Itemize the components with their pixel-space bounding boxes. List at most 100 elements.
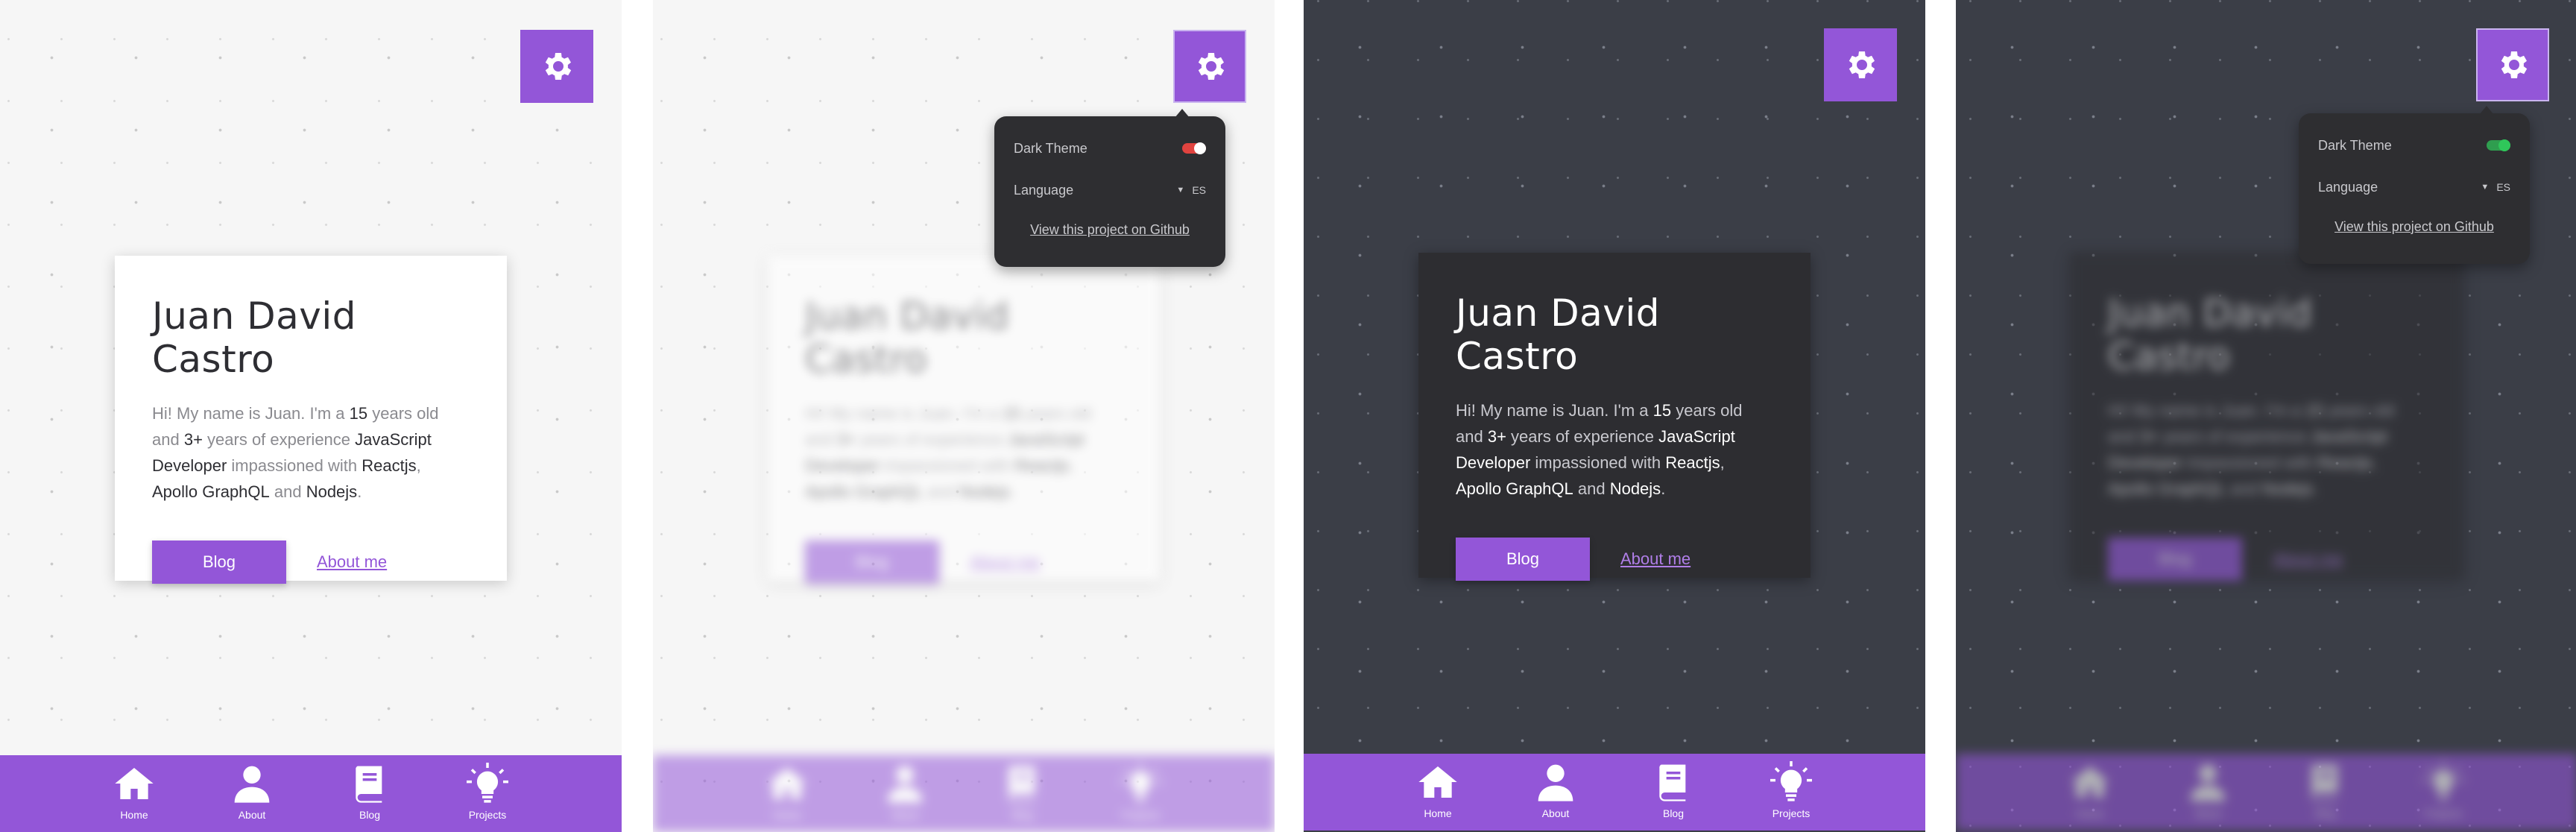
intro-text: years of experience	[202, 430, 356, 449]
intro-highlight: 3+	[2139, 427, 2159, 446]
settings-menu: Dark Theme Language ▼ ES View this proje…	[2299, 106, 2530, 264]
nav-item-projects[interactable]: Projects	[455, 763, 520, 832]
dark-theme-label: Dark Theme	[1014, 140, 1087, 156]
settings-button[interactable]	[520, 30, 593, 103]
intro-highlight: 15	[2305, 401, 2324, 420]
nav-item-about[interactable]: About	[1523, 761, 1588, 831]
blog-button[interactable]: Blog	[805, 541, 939, 584]
language-select[interactable]: ▼ ES	[1176, 184, 1206, 196]
profile-card: Juan David Castro Hi! My name is Juan. I…	[2071, 253, 2463, 581]
intro-highlight: 3+	[183, 430, 203, 449]
intro-text: Hi! My name is Juan. I'm a	[805, 404, 1003, 423]
nav-label-blog: Blog	[1011, 809, 1034, 821]
profile-intro: Hi! My name is Juan. I'm a 15 years old …	[152, 400, 470, 505]
nav-item-blog[interactable]: Blog	[990, 763, 1055, 832]
nav-item-home[interactable]: Home	[101, 763, 167, 832]
intro-text: ,	[1069, 456, 1074, 475]
gear-icon	[1198, 53, 1225, 80]
nav-item-projects[interactable]: Projects	[1758, 761, 1824, 831]
dark-theme-row: Dark Theme	[1014, 139, 1206, 158]
github-link[interactable]: View this project on Github	[1014, 222, 1206, 238]
nav-label-home: Home	[120, 809, 148, 821]
settings-button[interactable]	[1824, 28, 1897, 101]
gear-icon	[1849, 51, 1875, 78]
dark-theme-toggle[interactable]	[2487, 139, 2510, 151]
profile-intro: Hi! My name is Juan. I'm a 15 years old …	[1456, 397, 1773, 502]
nav-label-projects: Projects	[1772, 807, 1811, 819]
intro-text: .	[357, 482, 362, 501]
nav-item-about[interactable]: About	[2175, 761, 2241, 831]
settings-menu: Dark Theme Language ▼ ES View this proje…	[994, 109, 1225, 267]
nav-item-about[interactable]: About	[872, 763, 938, 832]
nav-item-home[interactable]: Home	[1405, 761, 1471, 831]
intro-highlight: Nodejs	[959, 482, 1011, 501]
nav-label-projects: Projects	[2424, 807, 2463, 819]
nav-item-blog[interactable]: Blog	[1641, 761, 1706, 831]
nav-item-home[interactable]: Home	[2057, 761, 2123, 831]
gear-icon	[545, 53, 572, 80]
menu-caret	[2479, 106, 2494, 115]
user-icon	[234, 766, 270, 803]
language-select[interactable]: ▼ ES	[2481, 181, 2510, 193]
about-me-link[interactable]: About me	[970, 552, 1040, 572]
nav-item-home[interactable]: Home	[754, 763, 820, 832]
nav-label-projects: Projects	[1121, 809, 1160, 821]
intro-text: Hi! My name is Juan. I'm a	[152, 404, 350, 423]
dark-theme-label: Dark Theme	[2318, 137, 2392, 153]
language-label: Language	[1014, 182, 1074, 198]
panel-dark-closed: Juan David Castro Hi! My name is Juan. I…	[1304, 0, 1925, 832]
about-me-link[interactable]: About me	[2273, 549, 2343, 569]
github-link[interactable]: View this project on Github	[2318, 219, 2510, 235]
user-icon	[887, 766, 923, 803]
menu-caret	[1175, 109, 1190, 118]
intro-highlight: Apollo GraphQL	[805, 482, 923, 501]
toggle-knob	[1194, 142, 1206, 154]
toggle-knob	[2498, 139, 2510, 151]
blog-button[interactable]: Blog	[152, 541, 286, 584]
intro-text: impassioned with	[1530, 453, 1666, 472]
settings-button[interactable]	[1173, 30, 1246, 103]
intro-text: impassioned with	[880, 456, 1015, 475]
user-icon	[2190, 764, 2226, 801]
intro-highlight: Reactjs	[362, 456, 417, 475]
intro-highlight: Nodejs	[1609, 479, 1661, 498]
nav-item-blog[interactable]: Blog	[2293, 761, 2358, 831]
card-actions: Blog About me	[1456, 538, 1773, 581]
book-icon	[1008, 766, 1035, 803]
nav-label-blog: Blog	[1662, 807, 1685, 819]
home-icon	[1418, 766, 1457, 798]
gear-icon	[2501, 51, 2528, 78]
settings-button[interactable]	[2476, 28, 2549, 101]
intro-text: and	[1573, 479, 1610, 498]
nav-item-blog[interactable]: Blog	[337, 763, 402, 832]
dark-theme-toggle[interactable]	[1182, 142, 1206, 154]
intro-text: and	[269, 482, 306, 501]
lightbulb-icon	[467, 763, 508, 803]
home-icon	[2071, 766, 2109, 798]
intro-highlight: 15	[349, 404, 368, 423]
intro-highlight: Apollo GraphQL	[152, 482, 270, 501]
nav-item-about[interactable]: About	[219, 763, 285, 832]
user-icon	[1538, 764, 1573, 801]
home-icon	[768, 768, 806, 799]
book-icon	[356, 766, 382, 803]
profile-name: Juan David Castro	[152, 294, 357, 381]
nav-label-home: Home	[1424, 807, 1452, 819]
nav-label-blog: Blog	[359, 809, 381, 821]
about-me-link[interactable]: About me	[317, 552, 387, 572]
about-me-link[interactable]: About me	[1620, 549, 1690, 569]
blog-button[interactable]: Blog	[1456, 538, 1590, 581]
profile-card: Juan David Castro Hi! My name is Juan. I…	[115, 256, 507, 584]
nav-label-about: About	[1541, 807, 1570, 819]
bottom-nav: Home About Blog Projects	[1304, 754, 1925, 831]
nav-item-projects[interactable]: Projects	[2411, 761, 2476, 831]
blog-button[interactable]: Blog	[2108, 538, 2242, 581]
dropdown-triangle-icon: ▼	[2481, 183, 2490, 192]
intro-highlight: 3+	[1487, 427, 1506, 446]
intro-text: ,	[2372, 453, 2377, 472]
profile-intro: Hi! My name is Juan. I'm a 15 years old …	[2108, 397, 2425, 502]
nav-item-projects[interactable]: Projects	[1108, 763, 1173, 832]
profile-card: Juan David Castro Hi! My name is Juan. I…	[768, 256, 1160, 584]
bottom-nav: Home About Blog Projects	[0, 755, 622, 832]
intro-text: Hi! My name is Juan. I'm a	[2108, 401, 2305, 420]
